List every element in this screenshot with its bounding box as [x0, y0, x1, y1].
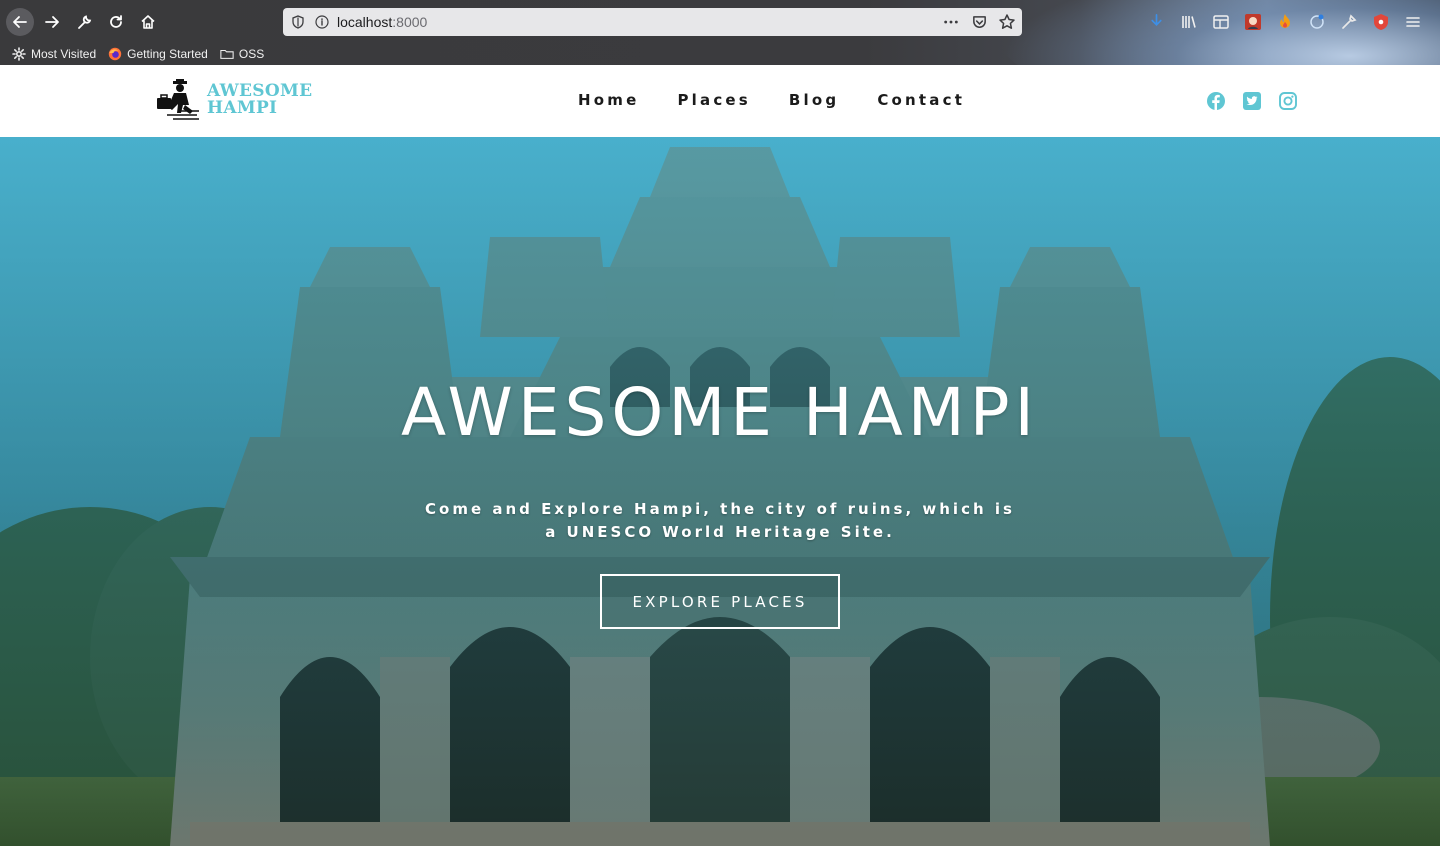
bookmark-star-icon[interactable] — [998, 12, 1016, 32]
site-header: AWESOME HAMPI Home Places Blog Contact — [0, 65, 1440, 137]
eyedropper-icon[interactable] — [1338, 11, 1359, 32]
browser-toolbar: localhost:8000 — [0, 0, 1440, 44]
download-icon[interactable] — [1146, 11, 1167, 32]
reload-button[interactable] — [102, 8, 130, 36]
nav-link-blog[interactable]: Blog — [789, 91, 839, 109]
facebook-icon[interactable] — [1206, 91, 1226, 111]
bookmark-getting-started[interactable]: Getting Started — [108, 47, 208, 61]
tools-button[interactable] — [70, 8, 98, 36]
fire-icon[interactable] — [1274, 11, 1295, 32]
arrow-left-icon — [13, 16, 27, 28]
home-button[interactable] — [134, 8, 162, 36]
shield-red-icon[interactable] — [1370, 11, 1391, 32]
bookmark-oss[interactable]: OSS — [220, 47, 264, 61]
nav-link-contact[interactable]: Contact — [877, 91, 965, 109]
page-actions-icon[interactable] — [942, 12, 960, 32]
gear-icon — [12, 47, 26, 61]
traveler-logo-icon — [157, 79, 199, 120]
url-host: localhost — [337, 14, 393, 30]
tracking-shield-icon[interactable] — [291, 15, 305, 29]
hero-subtitle: Come and Explore Hampi, the city of ruin… — [425, 500, 1015, 541]
library-icon[interactable] — [1178, 11, 1199, 32]
bookmark-most-visited[interactable]: Most Visited — [12, 47, 96, 61]
extension-toolbar — [1146, 11, 1423, 32]
back-button[interactable] — [6, 8, 34, 36]
browser-chrome: localhost:8000 Most Visited Getting Star… — [0, 0, 1440, 65]
firefox-icon — [108, 47, 122, 61]
bookmarks-bar: Most Visited Getting Started OSS — [0, 44, 1440, 64]
folder-icon — [220, 47, 234, 61]
wrench-icon — [78, 15, 92, 29]
home-icon — [141, 15, 155, 29]
forward-button[interactable] — [38, 8, 66, 36]
logo-line-2: HAMPI — [207, 98, 278, 118]
arrow-right-icon — [45, 16, 59, 28]
reload-icon — [110, 15, 122, 28]
ext-bug-icon[interactable] — [1306, 11, 1327, 32]
bookmark-label: OSS — [238, 47, 265, 61]
url-text[interactable]: localhost:8000 — [337, 14, 427, 30]
bookmark-label: Getting Started — [127, 47, 208, 61]
reader-icon[interactable] — [1210, 11, 1231, 32]
nav-link-places[interactable]: Places — [677, 91, 750, 109]
site-info-icon[interactable] — [315, 15, 329, 29]
bookmark-label: Most Visited — [31, 47, 97, 61]
url-bar[interactable]: localhost:8000 — [283, 8, 1022, 36]
main-nav: Home Places Blog Contact — [578, 91, 1003, 109]
social-links — [1206, 91, 1298, 111]
pocket-icon[interactable] — [970, 12, 988, 32]
twitter-icon[interactable] — [1242, 91, 1262, 111]
menu-icon[interactable] — [1402, 11, 1423, 32]
hero-section: AWESOME HAMPI Come and Explore Hampi, th… — [0, 137, 1440, 846]
hero-title: AWESOME HAMPI — [401, 374, 1039, 451]
logo-wordmark: AWESOME HAMPI — [207, 83, 312, 117]
explore-places-button[interactable]: EXPLORE PLACES — [600, 574, 840, 629]
hero-overlay — [0, 137, 1440, 846]
url-port: :8000 — [392, 14, 428, 30]
site-logo[interactable]: AWESOME HAMPI — [155, 79, 312, 121]
ext-red-icon[interactable] — [1242, 11, 1263, 32]
instagram-icon[interactable] — [1278, 91, 1298, 111]
nav-link-home[interactable]: Home — [578, 91, 639, 109]
